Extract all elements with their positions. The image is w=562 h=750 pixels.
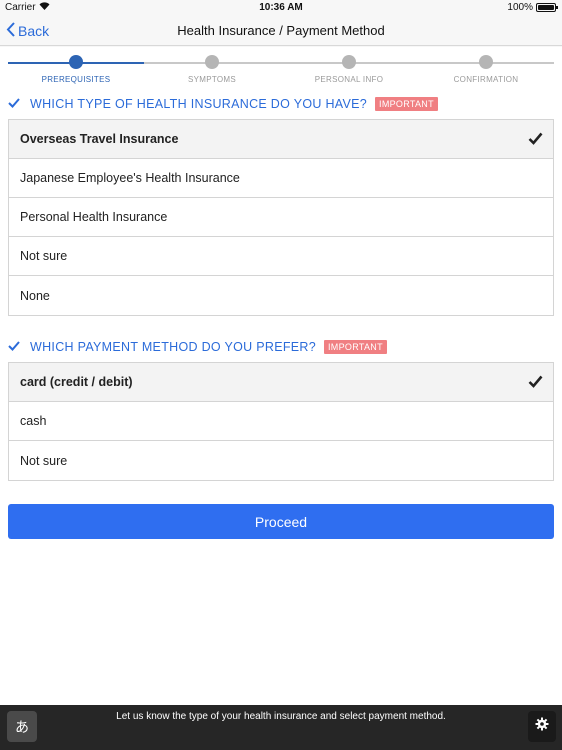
step-label: CONFIRMATION xyxy=(453,75,519,84)
step-personal-info: PERSONAL INFO xyxy=(289,55,409,84)
insurance-option-not-sure[interactable]: Not sure xyxy=(9,237,553,276)
payment-option-cash[interactable]: cash xyxy=(9,402,553,441)
language-toggle-button[interactable]: あ xyxy=(7,711,37,742)
insurance-option-japanese-employee[interactable]: Japanese Employee's Health Insurance xyxy=(9,159,553,198)
option-label: None xyxy=(20,288,50,303)
selected-check-icon xyxy=(528,375,543,391)
step-confirmation: CONFIRMATION xyxy=(426,55,546,84)
option-label: Not sure xyxy=(20,453,68,468)
insurance-options: Overseas Travel Insurance Japanese Emplo… xyxy=(8,119,554,316)
option-label: Japanese Employee's Health Insurance xyxy=(20,171,240,185)
step-dot xyxy=(69,55,83,69)
insurance-option-none[interactable]: None xyxy=(9,276,553,315)
checkmark-icon xyxy=(8,97,22,111)
checkmark-icon xyxy=(8,340,22,354)
option-label: Overseas Travel Insurance xyxy=(20,132,179,146)
status-bar: Carrier 10:36 AM 100% xyxy=(0,0,562,16)
option-label: cash xyxy=(20,414,47,428)
insurance-question-header: WHICH TYPE OF HEALTH INSURANCE DO YOU HA… xyxy=(8,97,438,111)
insurance-question: WHICH TYPE OF HEALTH INSURANCE DO YOU HA… xyxy=(30,97,368,111)
page-title: Health Insurance / Payment Method xyxy=(177,23,385,38)
step-dot xyxy=(205,55,219,69)
important-badge: IMPORTANT xyxy=(324,340,387,354)
step-dot xyxy=(479,55,493,69)
important-badge: IMPORTANT xyxy=(375,97,438,111)
proceed-button[interactable]: Proceed xyxy=(8,504,554,539)
step-prerequisites: PREREQUISITES xyxy=(16,55,136,84)
battery-icon xyxy=(536,3,558,12)
battery-indicator: 100% xyxy=(507,2,558,13)
clock: 10:36 AM xyxy=(259,2,303,13)
payment-options: card (credit / debit) cash Not sure xyxy=(8,362,554,481)
insurance-option-overseas-travel[interactable]: Overseas Travel Insurance xyxy=(9,120,553,159)
step-label: SYMPTOMS xyxy=(187,75,237,84)
payment-option-card[interactable]: card (credit / debit) xyxy=(9,363,553,402)
bottom-toolbar: あ Let us know the type of your health in… xyxy=(0,705,562,750)
navigation-bar: Back Health Insurance / Payment Method xyxy=(0,16,562,46)
step-label: PERSONAL INFO xyxy=(314,75,384,84)
instruction-message: Let us know the type of your health insu… xyxy=(116,711,446,722)
step-dot xyxy=(342,55,356,69)
step-label: PREREQUISITES xyxy=(41,75,111,84)
payment-question: WHICH PAYMENT METHOD DO YOU PREFER? xyxy=(30,340,316,354)
option-label: Not sure xyxy=(20,249,68,263)
battery-percent: 100% xyxy=(507,2,533,13)
step-symptoms: SYMPTOMS xyxy=(152,55,272,84)
gear-icon xyxy=(535,717,549,736)
payment-question-header: WHICH PAYMENT METHOD DO YOU PREFER? IMPO… xyxy=(8,340,387,354)
settings-button[interactable] xyxy=(528,711,556,742)
insurance-option-personal[interactable]: Personal Health Insurance xyxy=(9,198,553,237)
main-content: PREREQUISITES SYMPTOMS PERSONAL INFO CON… xyxy=(0,47,562,705)
payment-option-not-sure[interactable]: Not sure xyxy=(9,441,553,480)
option-label: Personal Health Insurance xyxy=(20,210,168,224)
selected-check-icon xyxy=(528,132,543,148)
option-label: card (credit / debit) xyxy=(20,375,133,389)
progress-stepper: PREREQUISITES SYMPTOMS PERSONAL INFO CON… xyxy=(8,55,554,85)
